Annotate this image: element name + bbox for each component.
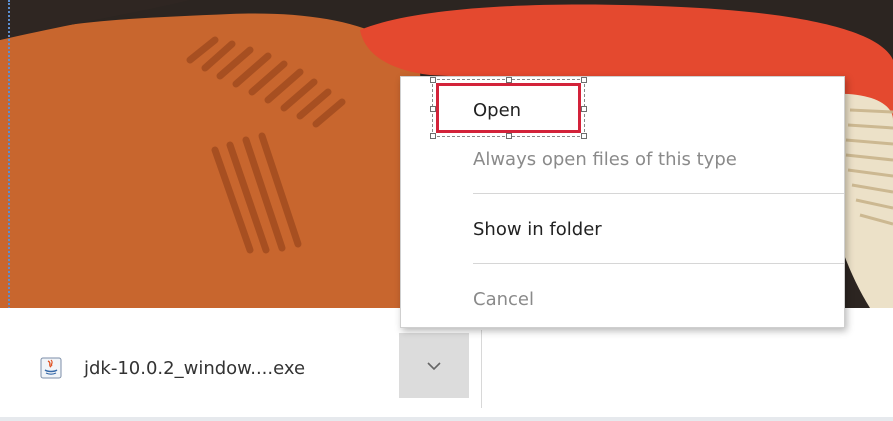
download-item[interactable]: jdk-10.0.2_window....exe — [40, 346, 305, 390]
menu-item-open[interactable]: Open — [473, 100, 521, 121]
java-installer-icon — [40, 357, 62, 379]
menu-divider — [473, 193, 844, 194]
download-file-name: jdk-10.0.2_window....exe — [84, 357, 306, 379]
menu-item-always-open[interactable]: Always open files of this type — [473, 149, 737, 170]
shelf-divider — [481, 330, 482, 408]
menu-divider — [473, 263, 844, 264]
menu-item-show-in-folder[interactable]: Show in folder — [473, 219, 602, 240]
download-context-menu: Open Always open files of this type Show… — [400, 76, 845, 328]
screenshot-root: jdk-10.0.2_window....exe Open Always ope… — [0, 0, 893, 421]
bottom-border — [0, 417, 893, 421]
menu-item-cancel[interactable]: Cancel — [473, 289, 534, 310]
chevron-down-icon — [427, 356, 441, 375]
download-options-button[interactable] — [399, 333, 469, 398]
